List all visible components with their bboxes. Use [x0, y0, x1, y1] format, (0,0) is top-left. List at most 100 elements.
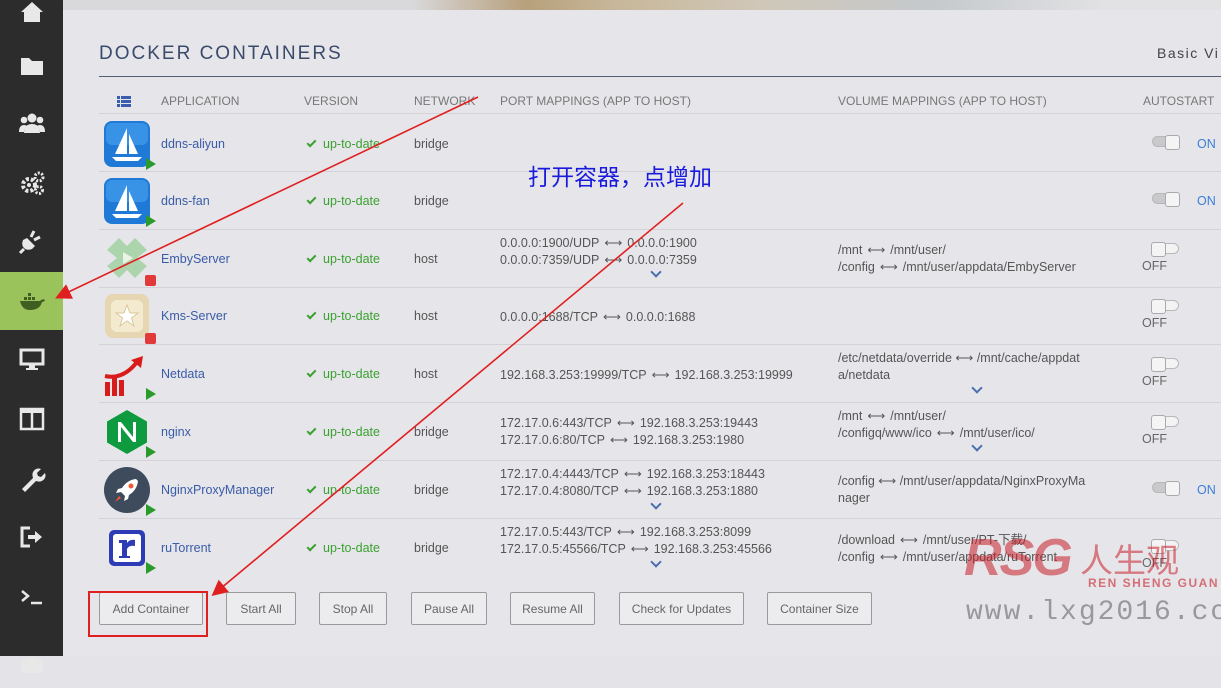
home-nav[interactable]	[0, 0, 63, 40]
check-icon	[306, 137, 317, 148]
sailboat-icon	[104, 178, 150, 224]
watermark-cn: 人生观	[1080, 542, 1179, 579]
running-status-icon	[146, 562, 156, 574]
autostart-toggle[interactable]	[1152, 192, 1180, 207]
app-name[interactable]: NginxProxyManager	[161, 483, 274, 497]
col-version[interactable]: VERSION	[304, 94, 358, 108]
folder-icon	[20, 58, 43, 75]
app-name[interactable]: Netdata	[161, 367, 205, 381]
annotation-highlight-box	[88, 591, 208, 637]
network-type: bridge	[414, 483, 449, 497]
network-type: host	[414, 367, 438, 381]
port-mappings: 192.168.3.253:19999/TCP ⟷ 192.168.3.253:19…	[500, 368, 793, 382]
col-port-mappings[interactable]: PORT MAPPINGS (APP TO HOST)	[500, 94, 691, 108]
volume-mappings: /mnt ⟷/mnt/user/ /configq/www/ico ⟷/mnt/us…	[838, 409, 1035, 440]
app-name[interactable]: ddns-aliyun	[161, 137, 225, 151]
header-banner	[63, 0, 1221, 10]
nginxproxymanager-icon[interactable]	[103, 466, 156, 516]
vms-nav[interactable]	[0, 330, 63, 388]
network-type: bridge	[414, 137, 449, 151]
chart-arrow-icon	[104, 356, 143, 396]
logout-nav[interactable]	[0, 508, 63, 566]
running-status-icon	[146, 446, 156, 458]
running-status-icon	[146, 215, 156, 227]
app-name[interactable]: nginx	[161, 425, 191, 439]
check-icon	[306, 483, 317, 494]
expand-volumes-chevron-icon[interactable]	[971, 440, 983, 452]
dashboard-nav[interactable]	[0, 390, 63, 448]
autostart-toggle[interactable]	[1152, 481, 1180, 496]
ddns-fan-icon[interactable]	[103, 177, 156, 227]
row-divider	[99, 518, 1221, 519]
emby-icon	[107, 238, 147, 278]
users-nav[interactable]	[0, 94, 63, 152]
basic-view-toggle[interactable]: Basic Vi	[1157, 45, 1219, 61]
version-status: up-to-date	[306, 367, 380, 381]
app-name[interactable]: ruTorrent	[161, 541, 211, 555]
sidebar	[0, 0, 63, 673]
port-mappings: 0.0.0.0:1688/TCP ⟷ 0.0.0.0:1688	[500, 310, 696, 324]
version-status: up-to-date	[306, 137, 380, 151]
check-icon	[306, 425, 317, 436]
shares-nav[interactable]	[0, 36, 63, 94]
expand-ports-chevron-icon[interactable]	[650, 266, 662, 278]
watermark-brand: RSG	[964, 529, 1073, 587]
col-application[interactable]: APPLICATION	[161, 94, 239, 108]
kms-server-icon[interactable]	[103, 292, 156, 344]
version-status: up-to-date	[306, 541, 380, 555]
port-mappings: 172.17.0.4:4443/TCP ⟷ 192.168.3.253:18443 …	[500, 467, 765, 498]
help-nav[interactable]	[0, 630, 63, 688]
resume-all-button[interactable]: Resume All	[510, 592, 595, 625]
gears-icon	[20, 171, 44, 195]
network-type: bridge	[414, 194, 449, 208]
autostart-toggle[interactable]	[1151, 299, 1179, 314]
col-network[interactable]: NETWORK	[414, 94, 475, 108]
autostart-label: ON	[1197, 483, 1216, 497]
page-title: DOCKER CONTAINERS	[99, 43, 343, 64]
autostart-label: ON	[1197, 137, 1216, 151]
col-volume-mappings[interactable]: VOLUME MAPPINGS (APP TO HOST)	[838, 94, 1047, 108]
autostart-toggle[interactable]	[1151, 242, 1179, 257]
terminal-nav[interactable]	[0, 568, 63, 626]
annotation-note: 打开容器，点增加	[528, 164, 712, 190]
volume-mappings: /config ⟷ /mnt/user/appdata/NginxProxyMa…	[838, 474, 1086, 505]
col-autostart[interactable]: AUTOSTART	[1143, 94, 1214, 108]
terminal-icon	[20, 590, 42, 605]
chat-icon	[19, 658, 44, 673]
app-name[interactable]: ddns-fan	[161, 194, 210, 208]
expand-ports-chevron-icon[interactable]	[650, 556, 662, 568]
version-status: up-to-date	[306, 483, 380, 497]
version-status: up-to-date	[306, 309, 380, 323]
start-all-button[interactable]: Start All	[226, 592, 296, 625]
network-type: host	[414, 309, 438, 323]
settings-nav[interactable]	[0, 154, 63, 212]
pause-all-button[interactable]: Pause All	[411, 592, 487, 625]
version-status: up-to-date	[306, 425, 380, 439]
row-divider	[99, 344, 1221, 345]
autostart-toggle[interactable]	[1152, 135, 1180, 150]
stop-all-button[interactable]: Stop All	[319, 592, 387, 625]
ddns-aliyun-icon[interactable]	[103, 120, 156, 170]
expand-ports-chevron-icon[interactable]	[650, 498, 662, 510]
rutorrent-icon[interactable]	[103, 524, 156, 574]
check-updates-button[interactable]: Check for Updates	[619, 592, 744, 625]
plugins-nav[interactable]	[0, 212, 63, 270]
wrench-icon	[21, 468, 45, 492]
volume-mappings: /etc/netdata/override ⟷ /mnt/cache/appda…	[838, 351, 1080, 382]
check-icon	[306, 309, 317, 320]
nginx-icon[interactable]	[103, 408, 156, 458]
app-name[interactable]: EmbyServer	[161, 252, 230, 266]
docker-nav[interactable]	[0, 272, 63, 330]
check-icon	[306, 194, 317, 205]
expand-volumes-chevron-icon[interactable]	[971, 382, 983, 394]
autostart-toggle[interactable]	[1151, 357, 1179, 372]
autostart-toggle[interactable]	[1151, 415, 1179, 430]
container-size-button[interactable]: Container Size	[767, 592, 872, 625]
list-view-icon[interactable]	[117, 96, 131, 107]
autostart-label: OFF	[1142, 374, 1167, 388]
netdata-icon[interactable]	[103, 350, 156, 400]
embyserver-icon[interactable]	[103, 234, 156, 286]
tools-nav[interactable]	[0, 450, 63, 508]
header-divider	[99, 113, 1221, 114]
app-name[interactable]: Kms-Server	[161, 309, 227, 323]
